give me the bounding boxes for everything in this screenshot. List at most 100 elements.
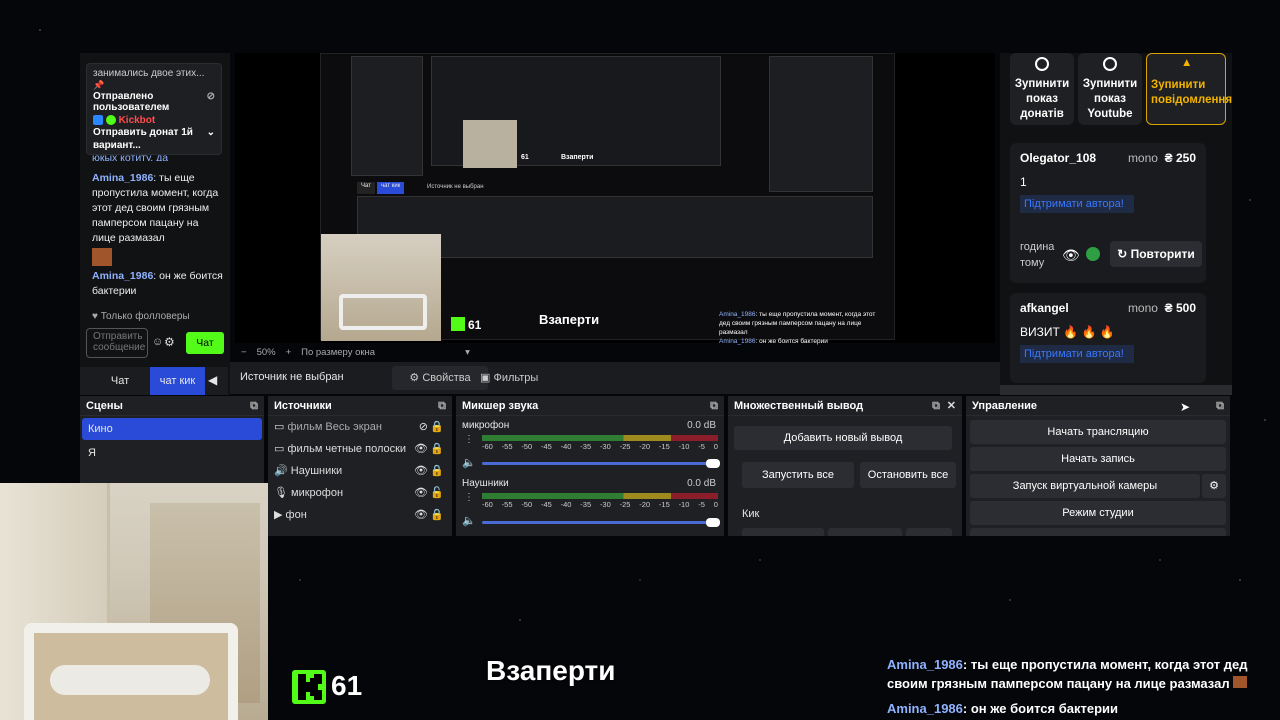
gear-icon[interactable]: ⚙	[1202, 474, 1226, 498]
tab-chat[interactable]: Чат	[90, 367, 150, 395]
virtual-camera-button[interactable]: Запуск виртуальной камеры	[970, 474, 1200, 498]
nested-kick-count: 61	[521, 154, 529, 161]
repeat-button[interactable]: ↻ Повторити	[1110, 241, 1202, 267]
close-icon[interactable]: ✕	[947, 396, 956, 416]
donation-card: afkangel mono ₴ 500 ВИЗИТ 🔥 🔥 🔥 Підтримат…	[1010, 293, 1206, 383]
stop-youtube-button[interactable]: Зупинити показ Youtube	[1078, 53, 1142, 125]
output-start-button[interactable]	[742, 528, 824, 536]
source-item[interactable]: 🎙 микрофон 👁 🔓	[268, 482, 452, 504]
mouse-cursor: ➤	[1180, 400, 1191, 414]
nested-chat	[351, 56, 423, 176]
unlock-icon: 🔓	[430, 487, 444, 499]
support-author-link[interactable]: Підтримати автора!	[1020, 195, 1134, 213]
speaker-icon: 🔊	[274, 465, 288, 477]
volume-icon[interactable]: 🔈	[462, 456, 476, 469]
pinned-message[interactable]: занимались двое этих... 📌 Отправлено пол…	[86, 63, 222, 155]
stop-messages-button[interactable]: ▲ Зупинити повідомлення	[1146, 53, 1232, 125]
eye-icon: 👁	[414, 465, 428, 477]
source-item[interactable]: ▶ фон 👁 🔒	[268, 504, 452, 526]
meter-tick-label: 0	[713, 442, 718, 451]
pinned-text: Отправить донат 1й вариант...	[93, 127, 193, 151]
emoji-icon[interactable]: ☺	[152, 336, 163, 348]
chat-username[interactable]: Amina_1986	[92, 270, 153, 282]
meter-tick-label: -15	[658, 500, 670, 509]
controls-dock: Управление ⧉ Начать трансляцию Начать зап…	[966, 396, 1230, 536]
scenes-title: Сцены	[86, 400, 123, 412]
nested-dono	[769, 56, 873, 192]
nested-status: Источник не выбран	[427, 184, 484, 190]
output-edit-button[interactable]	[906, 528, 952, 536]
meter-tick-label: -5	[698, 500, 705, 509]
horizontal-scrollbar[interactable]	[1000, 385, 1232, 395]
meter-tick-label: -15	[658, 442, 670, 451]
source-item[interactable]: ▭ фильм Весь экран ⊘ 🔒	[268, 416, 452, 438]
support-author-link[interactable]: Підтримати автора!	[1020, 345, 1134, 363]
meter-tick-label: -35	[580, 442, 592, 451]
overlay-chat: Amina_1986: ты еще пропустила момент, ко…	[887, 655, 1257, 718]
followers-only-notice: ♥ Только фолловеры	[92, 311, 190, 322]
pin-icon: 📌	[93, 80, 105, 90]
zoom-out-icon[interactable]: −	[241, 347, 247, 358]
start-record-button[interactable]: Начать запись	[970, 447, 1226, 471]
nested-kick-count-large: 61	[468, 318, 482, 332]
meter-tick-label: -20	[639, 500, 651, 509]
properties-button[interactable]: ⚙ Свойства	[392, 366, 488, 390]
meter-tick-label: -40	[560, 442, 572, 451]
undock-icon[interactable]: ⧉	[932, 396, 940, 416]
eye-hidden-icon: ⊘	[418, 421, 428, 433]
volume-icon[interactable]: 🔈	[462, 514, 476, 527]
mixer-channel-name: микрофон	[462, 420, 510, 431]
zoom-in-icon[interactable]: +	[286, 347, 292, 358]
chat-send-button[interactable]: Чат	[186, 332, 224, 354]
settings-button[interactable]	[970, 528, 1226, 536]
mixer-channel-name: Наушники	[462, 478, 509, 489]
unpin-icon[interactable]: ⊘	[207, 91, 215, 113]
volume-slider[interactable]	[482, 459, 720, 468]
meter-tick-label: -10	[678, 442, 690, 451]
stop-donations-button[interactable]: Зупинити показ донатів	[1010, 53, 1074, 125]
undock-icon[interactable]: ⧉	[438, 396, 446, 416]
meter-tick-label: -60	[482, 442, 493, 451]
chevron-left-icon[interactable]: ◀	[208, 373, 217, 387]
donation-message: ВИЗИТ 🔥 🔥 🔥	[1020, 325, 1115, 339]
nested-title: Взаперти	[561, 154, 594, 161]
chevron-down-icon[interactable]: ▾	[465, 347, 470, 358]
scene-item[interactable]: Я	[80, 442, 264, 464]
chat-message: Amina_1986: он же боится бактерии	[92, 270, 223, 297]
donor-name: Olegator_108	[1020, 151, 1097, 165]
volume-slider[interactable]	[482, 518, 720, 527]
meter-tick-label: -40	[560, 500, 572, 509]
scene-item[interactable]: Кино	[82, 418, 262, 440]
studio-mode-button[interactable]: Режим студии	[970, 501, 1226, 525]
start-stream-button[interactable]: Начать трансляцию	[970, 420, 1226, 444]
start-all-button[interactable]: Запустить все	[742, 462, 854, 488]
stop-icon	[1103, 57, 1117, 71]
stop-all-button[interactable]: Остановить все	[860, 462, 956, 488]
undock-icon[interactable]: ⧉	[710, 396, 718, 416]
fit-mode[interactable]: По размеру окна	[301, 347, 375, 358]
nested-webcam-large	[321, 234, 441, 341]
source-item[interactable]: ▭ фильм четные полоски 👁 🔒	[268, 438, 452, 460]
tab-chat-kick[interactable]: чат кик	[150, 367, 205, 395]
sources-title: Источники	[274, 400, 332, 412]
chat-username[interactable]: Amina_1986	[92, 172, 153, 184]
output-stop-button[interactable]	[828, 528, 902, 536]
eye-icon: 👁	[414, 487, 428, 499]
menu-dots-icon[interactable]: ⋮	[464, 492, 474, 503]
emote-icon	[92, 248, 112, 266]
chevron-down-icon[interactable]: ⌄	[207, 126, 215, 152]
undock-icon[interactable]: ⧉	[1216, 396, 1224, 416]
add-output-button[interactable]: Добавить новый вывод	[734, 426, 952, 450]
check-icon[interactable]	[1086, 247, 1100, 261]
meter-tick-label: -35	[580, 500, 592, 509]
filters-button[interactable]: ▣ Фильтры	[480, 366, 550, 390]
meter-ticks: -60 -55 -50 -45 -40 -35 -30 -25 -20 -15 -10 -5 0	[482, 442, 718, 451]
menu-dots-icon[interactable]: ⋮	[464, 434, 474, 445]
chat-input[interactable]: Отправить сообщение	[86, 328, 148, 358]
gear-icon[interactable]: ⚙	[164, 335, 175, 349]
donor-name: afkangel	[1020, 301, 1069, 315]
eye-icon[interactable]: 👁	[1062, 247, 1080, 264]
undock-icon[interactable]: ⧉	[250, 396, 258, 416]
source-item[interactable]: 🔊 Наушники 👁 🔒	[268, 460, 452, 482]
eye-icon: 👁	[414, 438, 428, 460]
